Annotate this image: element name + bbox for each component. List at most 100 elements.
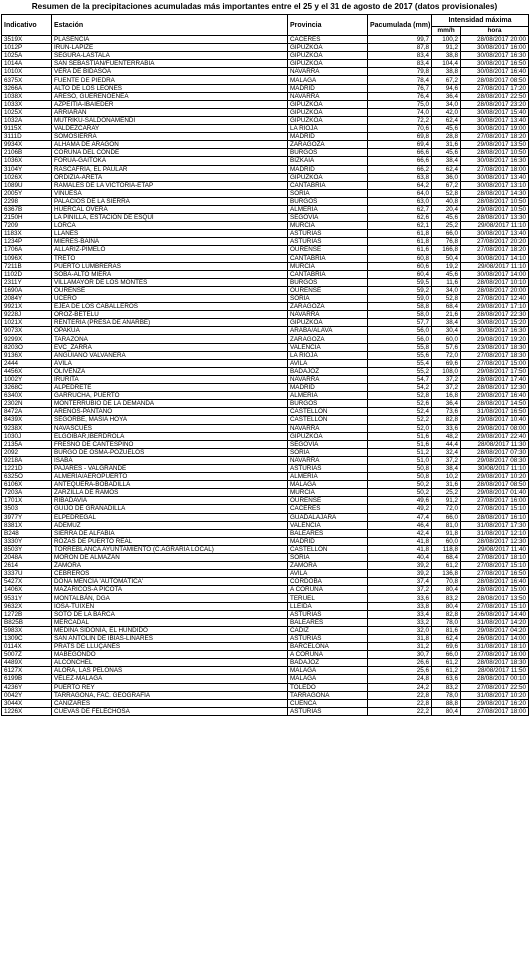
cell-indicativo: 1226X (1, 706, 52, 716)
cell-indicativo: 3337U (1, 569, 52, 579)
cell-mmh: 37,2 (431, 383, 461, 393)
cell-indicativo: 3977Y (1, 512, 52, 522)
cell-pacumulada: 62,6 (367, 213, 432, 223)
cell-provincia: NAVARRA (287, 91, 368, 101)
cell-hora: 28/08/2017 16:10 (460, 512, 529, 522)
cell-mmh: 70,8 (431, 577, 461, 587)
cell-provincia: TOLEDO (287, 682, 368, 692)
cell-provincia: MURCIA (287, 488, 368, 498)
cell-pacumulada: 58,0 (367, 310, 432, 320)
table-row: 1701X RIBADAVIA OURENSE 49,6 91,2 27/08/2017 … (1, 496, 529, 506)
cell-mmh: 68,4 (431, 302, 461, 312)
cell-estacion: PUERTO LUMBRERAS (51, 261, 288, 271)
cell-indicativo: 3519X (1, 34, 52, 45)
header-mmh: mm/h (431, 26, 461, 36)
cell-hora: 30/08/2017 11:10 (460, 463, 529, 474)
table-row: 3337U CEBREROS AVILA 39,2 136,8 27/08/2017 16… (1, 569, 529, 579)
cell-mmh: 67,2 (431, 75, 461, 85)
cell-indicativo: 1033X (1, 99, 52, 109)
table-row: 4489X ALCONCHEL BADAJOZ 26,6 61,2 28/08/2017 … (1, 658, 529, 668)
cell-hora: 29/08/2017 10:40 (460, 415, 529, 425)
cell-pacumulada: 39,2 (367, 561, 432, 571)
cell-mmh: 80,4 (431, 585, 461, 595)
cell-indicativo: 1025X (1, 107, 52, 117)
cell-hora: 29/08/2017 11:10 (460, 221, 529, 231)
cell-pacumulada: 22,8 (367, 698, 432, 708)
cell-indicativo: 3503 (1, 504, 52, 514)
cell-indicativo: 1014A (1, 59, 52, 69)
cell-indicativo: 2150H (1, 213, 52, 223)
cell-hora: 28/08/2017 23:20 (460, 99, 529, 109)
cell-provincia: BURGOS (287, 277, 368, 287)
cell-mmh: 61,2 (431, 561, 461, 571)
cell-estacion: OROZ-BETELU (51, 310, 288, 320)
cell-estacion: RAMALES DE LA VICTORIA-ETAP (51, 180, 288, 190)
cell-mmh: 80,4 (431, 601, 461, 611)
cell-mmh: 28,8 (431, 132, 461, 142)
cell-indicativo: 6127X (1, 666, 52, 676)
cell-mmh: 104,4 (431, 59, 461, 69)
cell-pacumulada: 70,6 (367, 124, 432, 134)
cell-indicativo: 1032A (1, 115, 52, 126)
table-row: 1002Y IRURITA NAVARRA 54,7 37,2 28/08/2017 17… (1, 374, 529, 385)
table-row: 6367B HUERCAL OVERA ALMERIA 62,7 20,4 29/08/2… (1, 204, 529, 215)
cell-pacumulada: 39,2 (367, 569, 432, 579)
cell-hora: 31/08/2017 12:10 (460, 528, 529, 538)
table-row: 1102D SOBA-ALTO MIERA CANTABRIA 60,4 45,6 30/… (1, 269, 529, 279)
table-row: 2614 ZAMORA ZAMORA 39,2 61,2 27/08/2017 15:10 (1, 561, 529, 571)
cell-provincia: VALENCIA (287, 520, 368, 530)
cell-provincia: BARCELONA (287, 642, 368, 652)
cell-provincia: SORIA (287, 552, 368, 563)
table-row: 1089U RAMALES DE LA VICTORIA-ETAP CANTABRI… (1, 180, 529, 190)
cell-estacion: ZAMORA (51, 561, 288, 571)
table-row: 1032A MUTRIKU-SALDONAMENDI GIPUZKOA 72,2 62,… (1, 115, 529, 126)
cell-mmh: 61,2 (431, 666, 461, 676)
table-row: B825B MERCADAL BALEARES 33,2 78,0 31/08/2017 … (1, 617, 529, 627)
cell-mmh: 42,0 (431, 107, 461, 117)
header-provincia: Provincia (287, 14, 368, 36)
cell-hora: 27/08/2017 20:20 (460, 237, 529, 247)
cell-provincia: ASTURIAS (287, 706, 368, 716)
cell-provincia: MADRID (287, 164, 368, 174)
cell-mmh: 69,6 (431, 642, 461, 652)
cell-provincia: LLEIDA (287, 601, 368, 611)
cell-hora: 27/08/2017 17:20 (460, 83, 529, 93)
cell-hora: 31/08/2017 10:20 (460, 690, 529, 700)
cell-estacion: ALHAMA DE ARAGON (51, 140, 288, 150)
cell-mmh: 21,6 (431, 310, 461, 320)
cell-hora: 30/08/2017 15:40 (460, 107, 529, 117)
cell-pacumulada: 50,8 (367, 472, 432, 482)
table-body: 3519X PLASENCIA CACERES 99,7 100,2 28/08/2017… (1, 34, 529, 716)
cell-mmh: 82,8 (431, 415, 461, 425)
cell-estacion: ALTO DE LOS LEONES (51, 83, 288, 93)
cell-hora: 29/08/2017 01:40 (460, 488, 529, 498)
cell-pacumulada: 75,0 (367, 99, 432, 109)
cell-provincia: BALEARES (287, 528, 368, 538)
cell-mmh: 45,6 (431, 124, 461, 134)
cell-hora: 29/08/2017 11:10 (460, 261, 529, 271)
cell-estacion: MIERES-BAÍÑA (51, 237, 288, 247)
header-hora: hora (460, 26, 529, 36)
cell-hora: 31/08/2017 14:20 (460, 617, 529, 627)
cell-provincia: BIZKAIA (287, 156, 368, 166)
table-row: 1221D PAJARES - VALGRANDE ASTURIAS 50,8 38,4… (1, 463, 529, 474)
cell-estacion: OPAKUA (51, 326, 288, 336)
cell-pacumulada: 49,6 (367, 496, 432, 506)
cell-provincia: BURGOS (287, 399, 368, 409)
table-row: 1309C SAN ANTOLIN DE IBIAS-LINARES ASTURIA… (1, 633, 529, 644)
cell-provincia: NAVARRA (287, 423, 368, 433)
cell-mmh: 72,0 (431, 504, 461, 514)
cell-hora: 29/08/2017 13:50 (460, 140, 529, 150)
cell-hora: 28/08/2017 22:30 (460, 310, 529, 320)
cell-mmh: 38,8 (431, 67, 461, 77)
cell-pacumulada: 52,8 (367, 391, 432, 401)
cell-provincia: GUADALAJARA (287, 512, 368, 522)
cell-mmh: 38,4 (431, 156, 461, 166)
cell-hora: 28/08/2017 00:10 (460, 674, 529, 684)
cell-hora: 27/08/2017 16:00 (460, 496, 529, 506)
cell-estacion: PUERTO REY (51, 682, 288, 692)
cell-pacumulada: 74,0 (367, 107, 432, 117)
cell-hora: 30/08/2017 14:10 (460, 253, 529, 263)
table-row: 9228J OROZ-BETELU NAVARRA 58,0 21,6 28/08/201… (1, 310, 529, 320)
cell-estacion: SIERRA DE ALFABIA (51, 528, 288, 538)
